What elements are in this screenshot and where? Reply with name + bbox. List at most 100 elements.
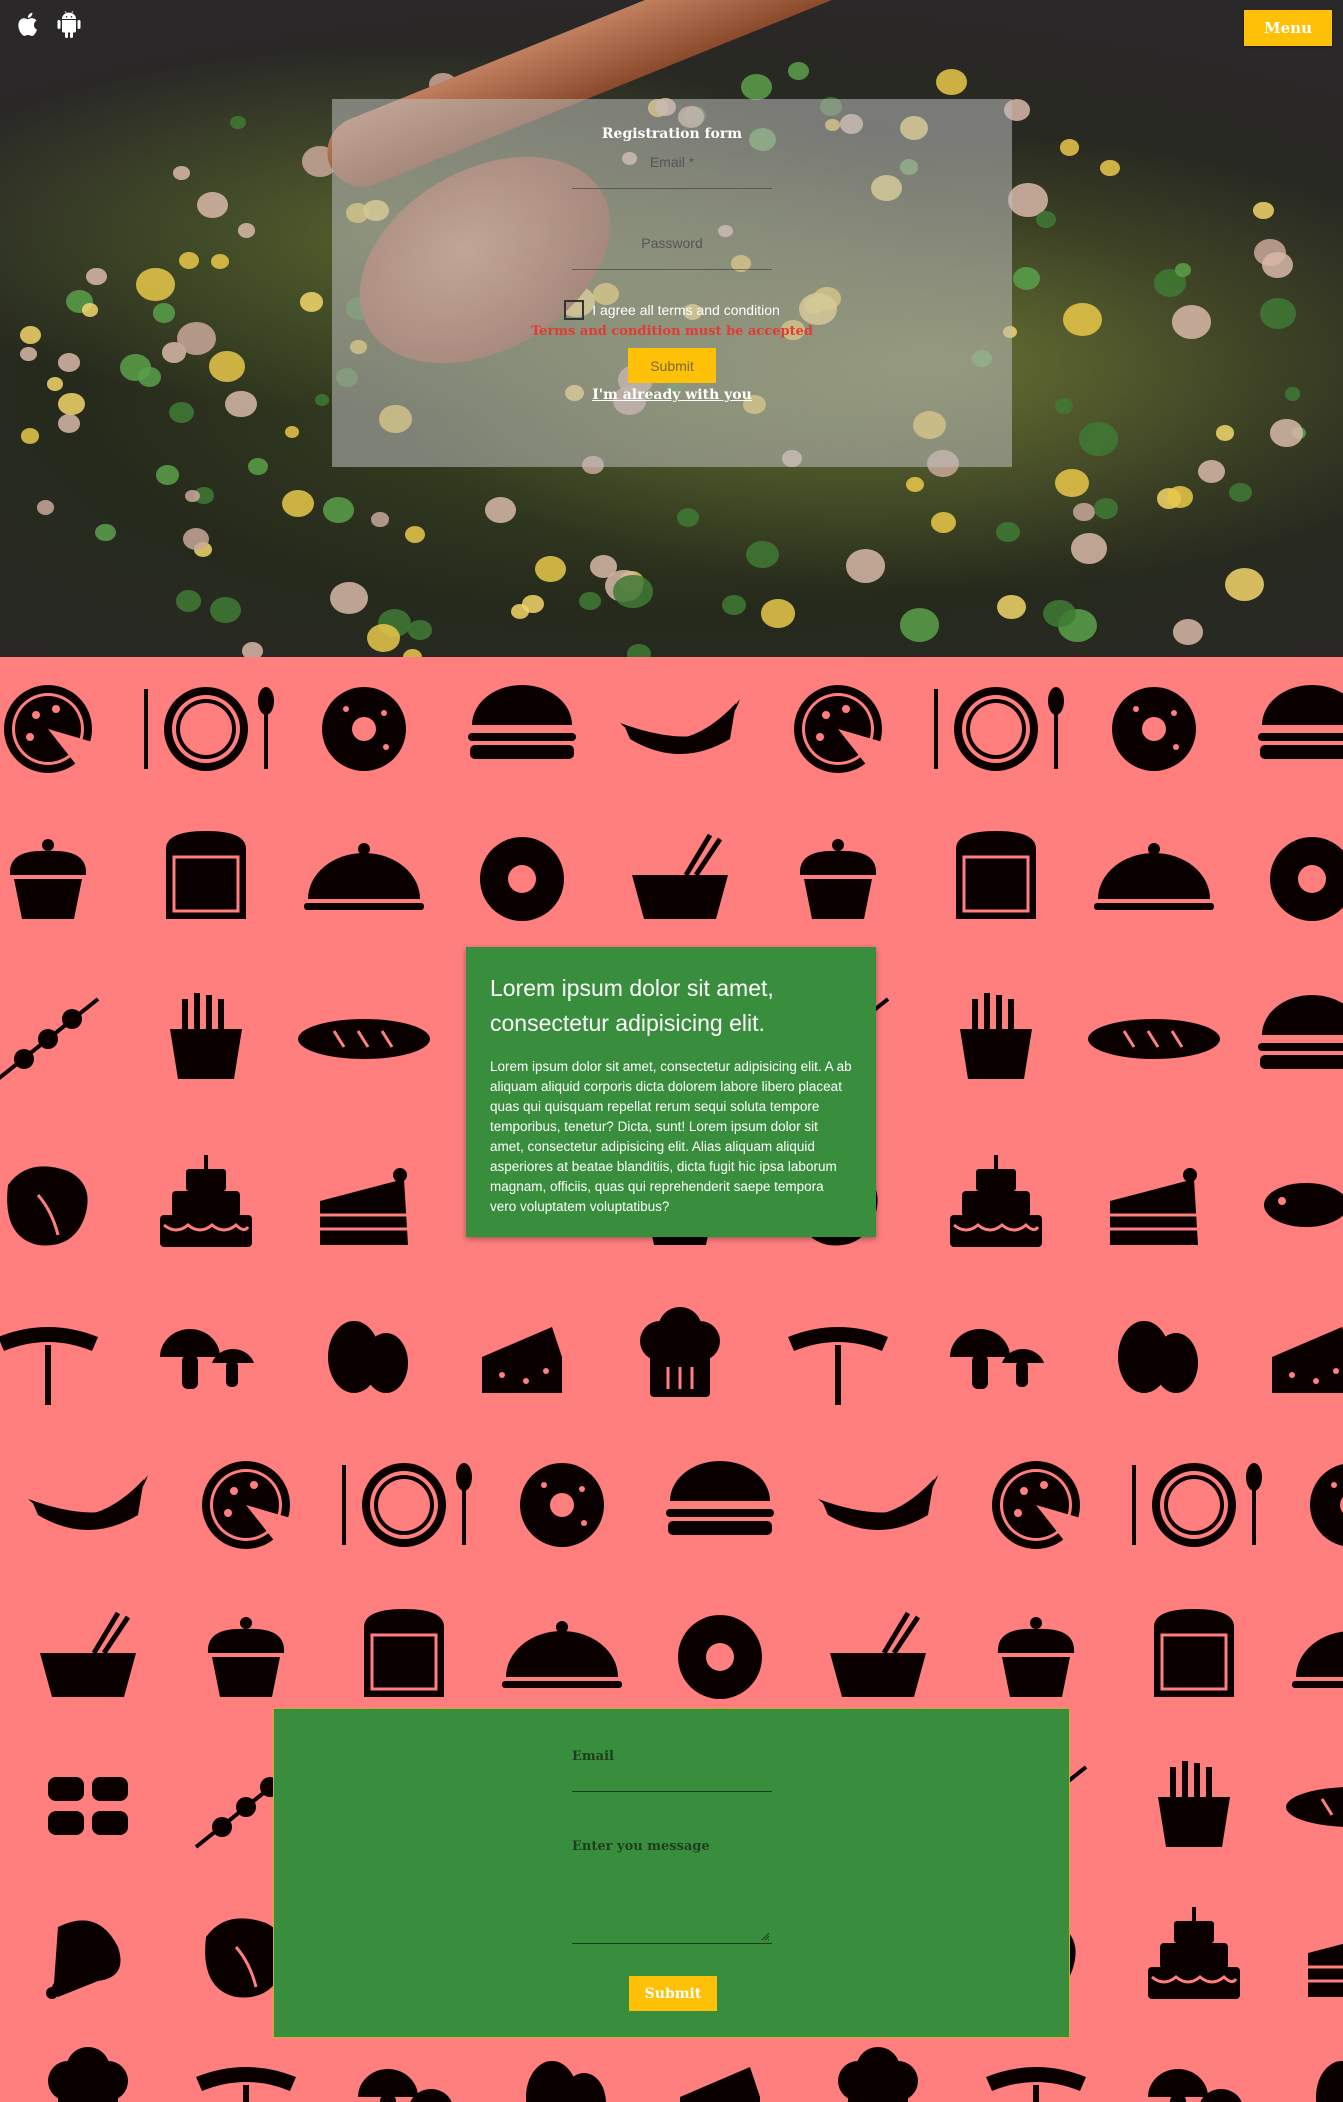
bread-icon [166,831,246,919]
steak-icon [7,1166,88,1246]
fish-icon [1264,1183,1343,1227]
egg-icon [480,837,564,921]
food-texture-piece [1260,298,1296,329]
plate-icon [1132,1463,1262,1547]
food-texture-piece [484,496,516,524]
cloche-icon [502,1621,622,1688]
chef-hat-icon [838,2047,918,2102]
info-card: Lorem ipsum dolor sit amet, consectetur … [466,947,876,1237]
registration-submit-button[interactable]: Submit [628,348,716,383]
chef-hat-icon [640,1307,720,1397]
fries-icon [960,993,1032,1079]
mushroom-icon [160,1329,254,1389]
croissant-icon [28,1475,148,1530]
hero-section: Menu Registration form I agree all terms… [0,0,1343,657]
food-texture-piece [57,353,80,373]
food-texture-piece [535,556,566,583]
food-texture-piece [176,590,202,612]
cupcake-icon [799,839,877,919]
eggs-icon [1118,1321,1198,1393]
food-texture-piece [371,512,389,528]
menu-button[interactable]: Menu [1244,10,1332,46]
contact-message-label: Enter you message [572,1839,710,1854]
resize-handle-icon[interactable] [760,1931,770,1941]
plate-icon [934,687,1064,771]
sausage-icon [0,1327,98,1405]
food-texture-piece [1078,422,1119,456]
food-texture-piece [237,222,256,238]
cake-slice-icon [1110,1168,1198,1245]
terms-row: I agree all terms and condition [332,300,1012,320]
pizza-icon [4,685,96,773]
food-texture-piece [58,392,86,416]
food-texture-piece [404,526,425,544]
food-texture-piece [1093,498,1119,519]
food-texture-piece [366,624,400,653]
contact-form: Email Enter you message Submit [273,1708,1070,2038]
food-texture-piece [402,649,422,657]
food-texture-piece [299,292,323,312]
croissant-icon [818,1475,938,1530]
contact-message-field[interactable] [572,1859,772,1925]
food-texture-piece [788,62,810,80]
food-texture-piece [1284,387,1301,401]
food-texture-piece [1059,139,1080,156]
food-texture-piece [1216,425,1235,441]
contact-message-underline [572,1943,772,1944]
food-texture-piece [761,599,795,628]
terms-checkbox[interactable] [564,300,585,320]
contact-submit-button[interactable]: Submit [629,1976,717,2011]
donut-icon [520,1463,604,1547]
cake-icon [160,1155,252,1247]
food-texture-piece [995,521,1020,543]
food-texture-piece [86,267,107,285]
food-texture-piece [176,322,217,356]
food-texture-piece [1054,398,1074,414]
cloche-icon [304,843,424,910]
food-texture-piece [746,540,779,569]
pizza-icon [794,685,886,773]
food-texture-piece [47,376,64,391]
android-icon[interactable] [56,10,82,38]
email-field[interactable] [572,148,772,176]
food-texture-piece [225,390,257,418]
burger-icon [1258,995,1343,1069]
registration-title: Registration form [601,126,743,142]
terms-label: I agree all terms and condition [592,302,780,318]
apple-icon[interactable] [16,10,42,36]
cupcake-icon [997,1617,1075,1697]
food-texture-piece [899,608,940,642]
food-texture-piece [676,507,700,527]
food-texture-piece [20,347,37,362]
food-texture-piece [284,425,299,438]
food-texture-piece [931,511,957,534]
food-texture-piece [81,303,99,318]
food-texture-piece [20,325,42,344]
chef-hat-icon [48,2047,128,2102]
cloche-icon [1094,843,1214,910]
password-field[interactable] [572,229,772,257]
food-texture-piece [330,581,369,614]
food-texture-piece [211,254,229,270]
food-texture-piece [248,457,268,475]
food-texture-piece [241,641,263,657]
terms-error-message: Terms and condition must be accepted [531,324,813,339]
login-link[interactable]: I'm already with you [332,387,1012,403]
info-card-title: Lorem ipsum dolor sit amet, consectetur … [490,975,774,1036]
food-texture-piece [1174,263,1192,278]
contact-email-field[interactable] [572,1791,772,1792]
food-texture-piece [1063,303,1102,336]
food-texture-piece [1229,483,1253,503]
cake-icon [1148,1907,1240,1999]
cake-icon [950,1155,1042,1247]
croissant-icon [620,699,740,754]
food-texture-piece [281,489,314,517]
food-texture-piece [408,619,432,640]
food-texture-piece [1172,619,1204,646]
sushi-icon [48,1777,128,1835]
baguette-icon [298,1019,430,1059]
food-texture-piece [21,428,40,444]
food-texture-piece [935,68,968,96]
cheese-icon [482,1327,562,1393]
food-texture-piece [182,527,209,551]
